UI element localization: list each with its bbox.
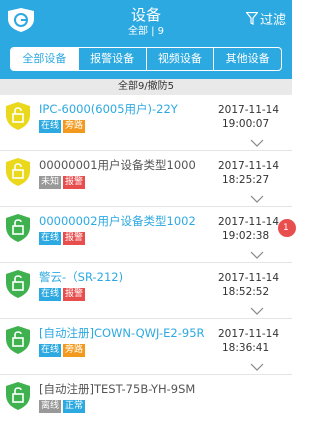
device-row[interactable]: [自动注册]TEST-75B-YH-9SM 离线 正常	[0, 375, 292, 426]
notification-badge[interactable]: 1	[278, 219, 296, 237]
filter-button[interactable]: 过滤	[245, 9, 286, 28]
device-tabs: 全部设备 报警设备 视频设备 其他设备	[10, 47, 282, 71]
shield-lock-icon	[6, 158, 30, 186]
state-badge: 报警	[63, 176, 86, 189]
device-date: 2017-11-14	[218, 160, 280, 172]
shield-lock-icon	[6, 102, 30, 130]
device-badges: 离线 正常	[39, 400, 86, 413]
status-badge: 未知	[39, 176, 62, 189]
chevron-down-icon[interactable]	[250, 139, 264, 147]
status-badge: 在线	[39, 288, 62, 301]
tab-alarm-devices[interactable]: 报警设备	[77, 48, 146, 70]
chevron-down-icon[interactable]	[250, 363, 264, 371]
chevron-down-icon[interactable]	[250, 307, 264, 315]
tab-all-devices[interactable]: 全部设备	[11, 48, 78, 70]
device-date: 2017-11-14	[218, 328, 280, 340]
device-time: 19:00:07	[222, 118, 270, 130]
device-time: 18:52:52	[222, 286, 270, 298]
state-badge: 旁路	[63, 344, 86, 357]
state-badge: 旁路	[63, 120, 86, 133]
summary-bar: 全部9/撤防5	[0, 79, 292, 95]
app-header: 设备 全部 | 9 过滤 全部设备 报警设备 视频设备 其他设备	[0, 0, 292, 79]
status-badge: 在线	[39, 344, 62, 357]
device-badges: 在线 报警	[39, 288, 86, 301]
status-badge: 在线	[39, 232, 62, 245]
filter-icon	[245, 12, 258, 25]
device-badges: 未知 报警	[39, 176, 86, 189]
shield-unlock-icon	[6, 270, 30, 298]
filter-label: 过滤	[259, 13, 286, 28]
chevron-down-icon[interactable]	[250, 251, 264, 259]
device-row[interactable]: IPC-6000(6005用户)-22Y 在线 旁路 2017-11-14 19…	[0, 95, 292, 151]
device-badges: 在线 旁路	[39, 120, 86, 133]
device-time: 18:36:41	[222, 342, 270, 354]
shield-unlock-icon	[6, 326, 30, 354]
device-row[interactable]: [自动注册]COWN-QWJ-E2-95R 在线 旁路 2017-11-14 1…	[0, 319, 292, 375]
device-badges: 在线 报警	[39, 232, 86, 245]
device-row[interactable]: 警云-（SR-212) 在线 报警 2017-11-14 18:52:52	[0, 263, 292, 319]
device-badges: 在线 旁路	[39, 344, 86, 357]
device-time: 19:02:38	[222, 230, 270, 242]
shield-unlock-icon	[6, 214, 30, 242]
device-time: 18:25:27	[222, 174, 270, 186]
shield-unlock-icon	[6, 382, 30, 410]
device-name: [自动注册]COWN-QWJ-E2-95R	[39, 326, 205, 340]
device-date: 2017-11-14	[218, 216, 280, 228]
device-name: 警云-（SR-212)	[39, 270, 124, 284]
state-badge: 报警	[63, 288, 86, 301]
device-name: [自动注册]TEST-75B-YH-9SM	[39, 382, 196, 396]
device-row[interactable]: 00000002用户设备类型1002 在线 报警 2017-11-14 19:0…	[0, 207, 292, 263]
device-date: 2017-11-14	[218, 272, 280, 284]
tab-other-devices[interactable]: 其他设备	[213, 48, 281, 70]
state-badge: 正常	[63, 400, 86, 413]
status-badge: 离线	[39, 400, 62, 413]
device-name: 00000002用户设备类型1002	[39, 214, 196, 228]
device-row[interactable]: 00000001用户设备类型1000 未知 报警 2017-11-14 18:2…	[0, 151, 292, 207]
device-date: 2017-11-14	[218, 104, 280, 116]
device-name: IPC-6000(6005用户)-22Y	[39, 102, 178, 116]
tab-video-devices[interactable]: 视频设备	[145, 48, 214, 70]
status-badge: 在线	[39, 120, 62, 133]
device-name: 00000001用户设备类型1000	[39, 158, 196, 172]
chevron-down-icon[interactable]	[250, 195, 264, 203]
state-badge: 报警	[63, 232, 86, 245]
